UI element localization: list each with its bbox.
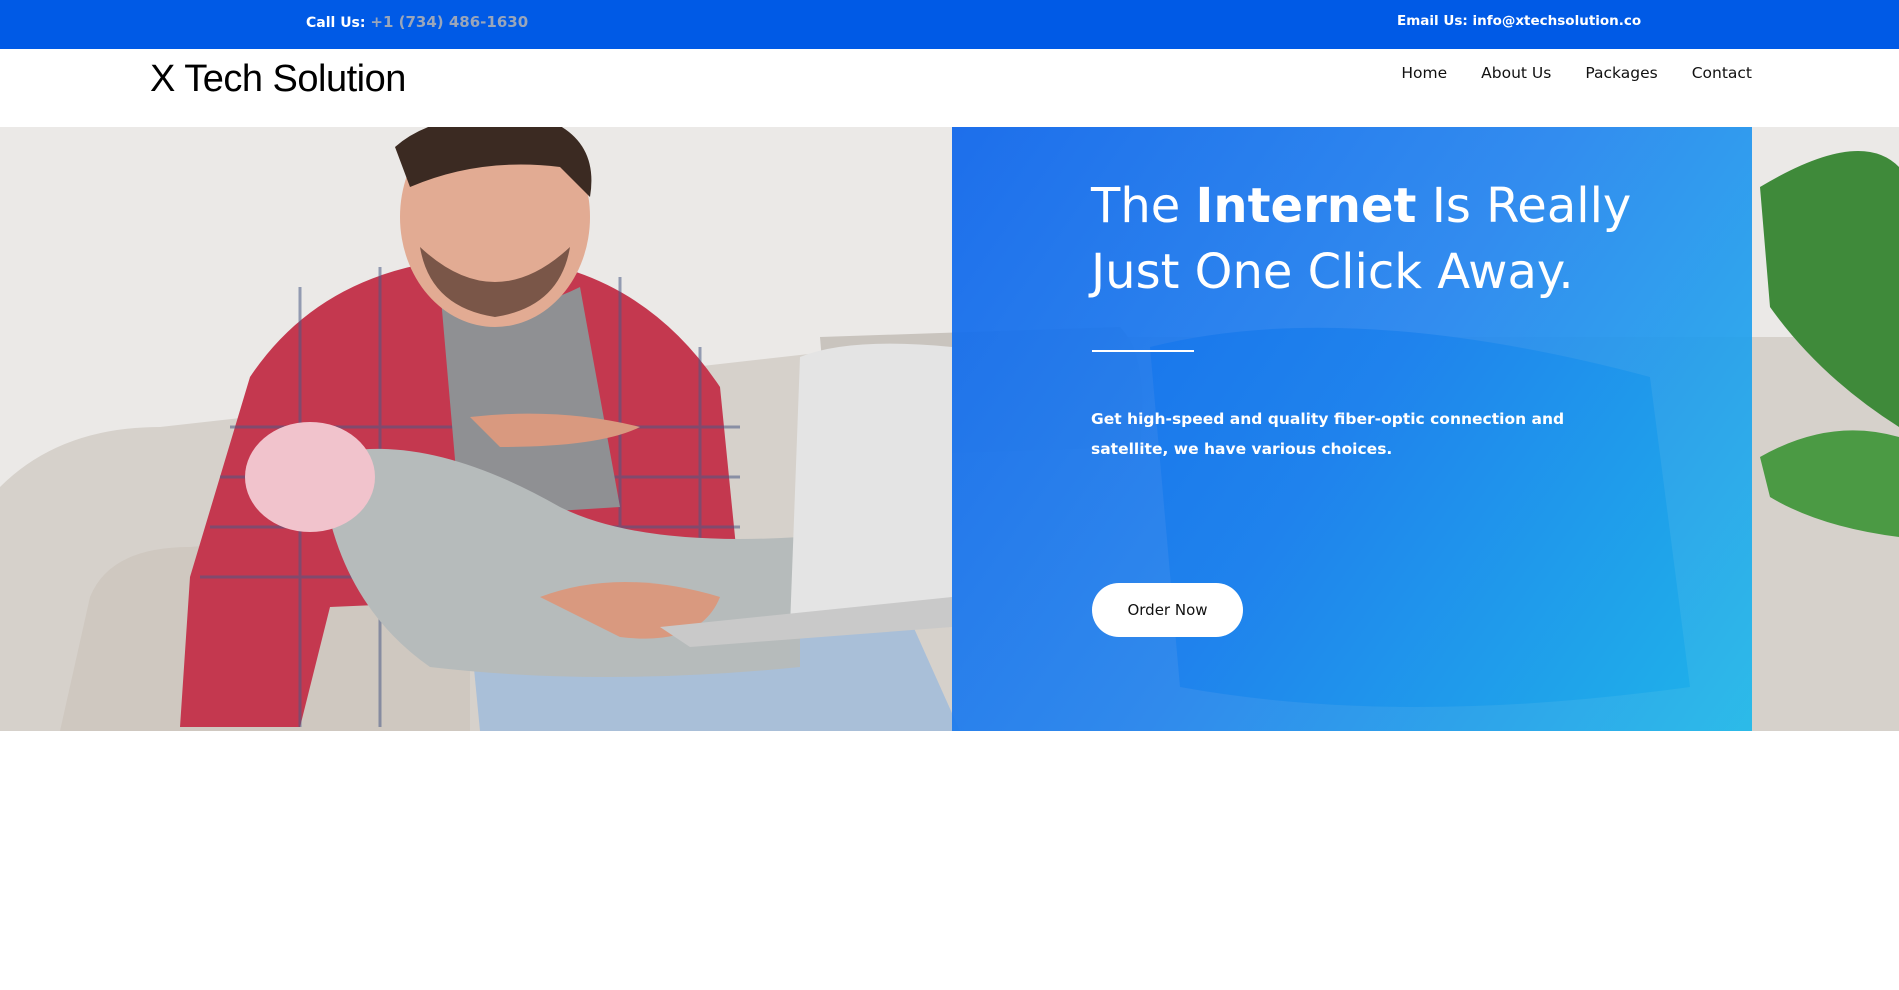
- hero-section: The Internet Is Really Just One Click Aw…: [0, 127, 1899, 731]
- email-link[interactable]: info@xtechsolution.co: [1472, 13, 1641, 29]
- headline-divider: [1092, 350, 1194, 352]
- nav-home[interactable]: Home: [1401, 64, 1447, 82]
- order-now-button[interactable]: Order Now: [1092, 583, 1243, 637]
- phone-link[interactable]: +1 (734) 486-1630: [370, 13, 528, 31]
- nav-about-us[interactable]: About Us: [1481, 64, 1551, 82]
- nav-packages[interactable]: Packages: [1585, 64, 1657, 82]
- nav-contact[interactable]: Contact: [1692, 64, 1752, 82]
- hero-promo-panel: The Internet Is Really Just One Click Aw…: [952, 127, 1752, 731]
- email-label: Email Us:: [1397, 13, 1468, 29]
- email-us: Email Us: info@xtechsolution.co: [1397, 13, 1641, 29]
- site-logo[interactable]: X Tech Solution: [150, 58, 406, 101]
- site-header: X Tech Solution Home About Us Packages C…: [0, 49, 1899, 127]
- top-contact-bar: Call Us: +1 (734) 486-1630 Email Us: inf…: [0, 0, 1899, 49]
- hero-description: Get high-speed and quality fiber-optic c…: [1091, 410, 1565, 458]
- call-label: Call Us:: [306, 15, 366, 31]
- hero-headline: The Internet Is Really Just One Click Aw…: [1091, 173, 1731, 305]
- headline-bold: Internet: [1195, 178, 1417, 234]
- main-nav: Home About Us Packages Contact: [1367, 64, 1752, 82]
- headline-pre: The: [1091, 178, 1181, 234]
- call-us: Call Us: +1 (734) 486-1630: [306, 13, 528, 31]
